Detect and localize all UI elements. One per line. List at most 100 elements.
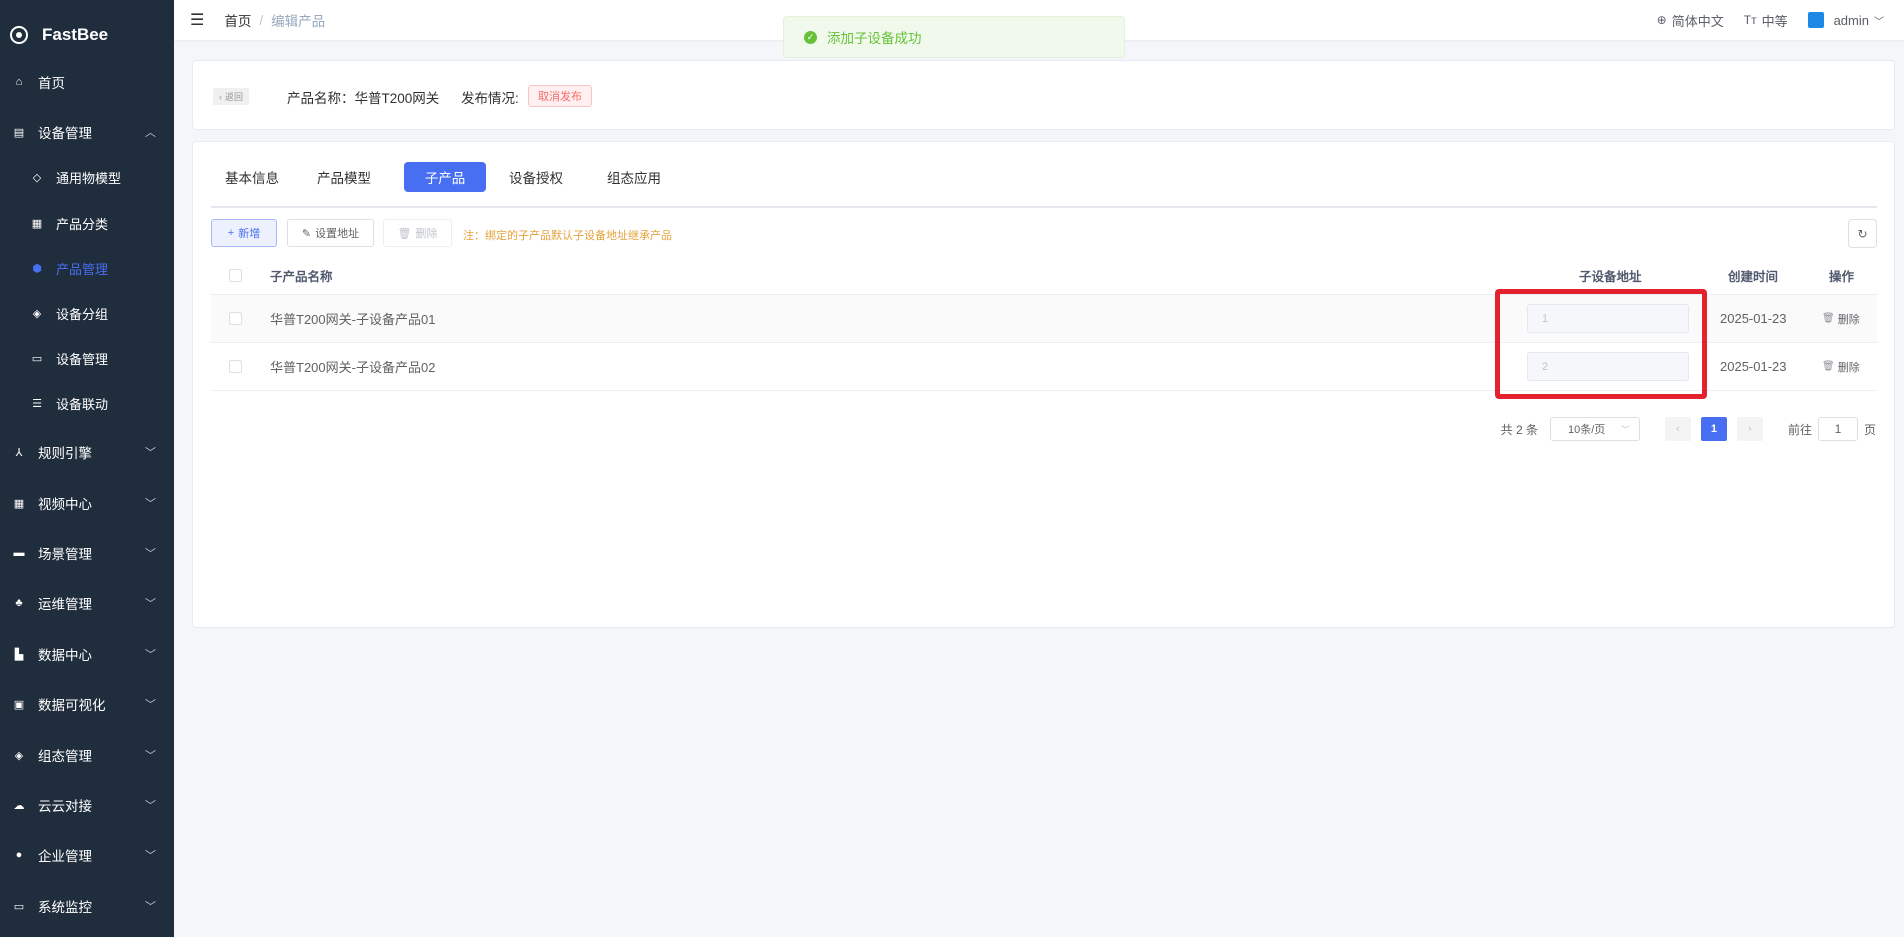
- chevron-down-icon: ﹀: [145, 447, 156, 459]
- sub-product-name: 华普T200网关-子设备产品01: [270, 312, 436, 327]
- set-address-button[interactable]: ✎ 设置地址: [287, 219, 374, 247]
- drive-icon: ▭: [31, 352, 43, 365]
- sidebar-item-ops-management[interactable]: ♣ 运维管理 ﹀: [0, 583, 174, 623]
- screen-icon: ▭: [13, 900, 25, 913]
- add-button[interactable]: + 新增: [211, 219, 277, 247]
- sidebar-item-video-center[interactable]: ▦ 视频中心 ﹀: [0, 483, 174, 523]
- unpublish-button[interactable]: 取消发布: [528, 85, 592, 107]
- breadcrumb-current: 编辑产品: [271, 14, 326, 29]
- trash-icon: 🗑: [397, 227, 412, 240]
- sidebar-item-label: 通用物模型: [56, 170, 122, 186]
- card-icon: ▬: [13, 547, 25, 559]
- stack-icon: ◈: [14, 749, 24, 762]
- refresh-icon: ↻: [1857, 226, 1868, 241]
- chevron-left-icon: ‹: [219, 91, 222, 102]
- username: admin: [1833, 12, 1869, 28]
- select-all-checkbox[interactable]: [229, 268, 242, 282]
- sidebar-item-label: 规则引擎: [38, 446, 92, 461]
- sidebar-item-label: 设备管理: [56, 351, 109, 367]
- trash-icon: 🗑: [1822, 313, 1835, 324]
- breadcrumb-home[interactable]: 首页: [224, 10, 251, 30]
- sidebar-item-data-visualization[interactable]: ▣ 数据可视化 ﹀: [0, 684, 174, 724]
- sub-product-name: 华普T200网关-子设备产品02: [270, 360, 436, 375]
- menu-toggle-icon[interactable]: ☰: [190, 10, 204, 30]
- product-header-card: ‹ 返回 产品名称：华普T200网关 发布情况: 取消发布: [192, 60, 1895, 130]
- sidebar-item-scene-management[interactable]: ▬ 场景管理 ﹀: [0, 533, 174, 573]
- check-circle-icon: ✓: [804, 30, 817, 44]
- tab-sub-product[interactable]: 子产品: [404, 162, 486, 192]
- sub-device-address-input[interactable]: 2: [1527, 352, 1689, 381]
- font-size-label: 中等: [1761, 13, 1788, 29]
- row-delete-link[interactable]: 🗑 删除: [1822, 359, 1860, 375]
- trash-icon: 🗑: [1822, 361, 1835, 372]
- sidebar-item-label: 设备分组: [56, 306, 109, 322]
- tab-product-model[interactable]: 产品模型: [303, 162, 385, 192]
- chevron-down-icon: ﹀: [145, 699, 156, 711]
- sidebar-item-product-management[interactable]: ⬢ 产品管理: [0, 248, 174, 288]
- avatar: [1807, 12, 1824, 28]
- chevron-down-icon: ﹀: [1620, 424, 1630, 435]
- chevron-down-icon: ﹀: [145, 498, 156, 510]
- sidebar-item-label: 产品管理: [56, 261, 109, 277]
- language-selector[interactable]: ⊕ 简体中文: [1657, 11, 1724, 30]
- sidebar-item-system-monitor[interactable]: ▭ 系统监控 ﹀: [0, 886, 174, 926]
- created-time: 2025-01-23: [1720, 359, 1787, 374]
- inherit-address-note: 注：绑定的子产品默认子设备地址继承产品: [463, 230, 672, 242]
- font-size-selector[interactable]: Tт 中等: [1744, 11, 1788, 30]
- page-number-button[interactable]: 1: [1700, 417, 1727, 441]
- user-menu[interactable]: admin ﹀: [1807, 12, 1884, 28]
- sidebar-item-device-management[interactable]: ▤ 设备管理 ︿: [0, 112, 174, 152]
- sidebar-item-label: 数据可视化: [38, 698, 106, 713]
- created-time: 2025-01-23: [1720, 311, 1787, 326]
- next-page-button[interactable]: ›: [1736, 417, 1763, 441]
- sidebar-item-label: 企业管理: [38, 849, 92, 864]
- sub-device-address-input[interactable]: 1: [1527, 304, 1689, 333]
- sidebar-item-device-linkage[interactable]: ☰ 设备联动: [0, 383, 174, 423]
- sidebar: FastBee ⌂ 首页 ▤ 设备管理 ︿ ◇ 通用物模型 ▦ 产品分类 ⬢ 产…: [0, 0, 174, 937]
- sidebar-item-device-group[interactable]: ◈ 设备分组: [0, 293, 174, 333]
- total-count: 共 2 条: [1500, 422, 1538, 437]
- product-tabs: 基本信息 产品模型 子产品 设备授权 组态应用: [211, 162, 1877, 208]
- sidebar-item-product-category[interactable]: ▦ 产品分类: [0, 203, 174, 243]
- delete-button[interactable]: 🗑 删除: [383, 219, 452, 247]
- pagination: 共 2 条 10条/页 ﹀ ‹ 1 › 前往 1 页: [1501, 416, 1876, 442]
- prev-page-button[interactable]: ‹: [1664, 417, 1691, 441]
- column-header-address: 子设备地址: [1579, 269, 1642, 284]
- sidebar-item-generic-model[interactable]: ◇ 通用物模型: [0, 157, 174, 197]
- tab-device-auth[interactable]: 设备授权: [495, 162, 577, 192]
- row-delete-link[interactable]: 🗑 删除: [1822, 311, 1860, 327]
- row-checkbox[interactable]: [229, 360, 242, 373]
- sidebar-item-rule-engine[interactable]: ⅄ 规则引擎 ﹀: [0, 432, 174, 472]
- success-toast: ✓ 添加子设备成功: [783, 16, 1125, 58]
- goto-page-input[interactable]: 1: [1817, 417, 1858, 441]
- column-header-action: 操作: [1829, 269, 1855, 284]
- app-name: FastBee: [42, 25, 109, 44]
- add-label: 新增: [238, 228, 261, 240]
- chevron-down-icon: ﹀: [1874, 16, 1884, 28]
- product-detail-card: 基本信息 产品模型 子产品 设备授权 组态应用 + 新增 ✎ 设置地址 🗑 删除…: [192, 141, 1895, 628]
- tab-basic-info[interactable]: 基本信息: [211, 162, 293, 192]
- sidebar-item-cloud-integration[interactable]: ☁ 云云对接 ﹀: [0, 785, 174, 825]
- grid-icon: ▦: [13, 497, 25, 510]
- sidebar-item-enterprise-management[interactable]: ● 企业管理 ﹀: [0, 835, 174, 875]
- back-button[interactable]: ‹ 返回: [213, 88, 250, 105]
- cloud-icon: ☁: [13, 799, 25, 812]
- sidebar-item-scada-management[interactable]: ◈ 组态管理 ﹀: [0, 735, 174, 775]
- page-size-select[interactable]: 10条/页 ﹀: [1549, 417, 1640, 441]
- sidebar-item-label: 云云对接: [38, 799, 92, 814]
- refresh-button[interactable]: ↻: [1848, 219, 1877, 248]
- page-size-value: 10条/页: [1567, 424, 1606, 436]
- sidebar-item-device-list[interactable]: ▭ 设备管理: [0, 338, 174, 378]
- row-checkbox[interactable]: [229, 312, 242, 325]
- sidebar-item-label: 设备联动: [56, 396, 109, 412]
- sidebar-item-data-center[interactable]: ▙ 数据中心 ﹀: [0, 634, 174, 674]
- topbar-right: ⊕ 简体中文 Tт 中等 admin ﹀: [1657, 0, 1904, 40]
- set-address-label: 设置地址: [315, 228, 360, 240]
- tab-scada-app[interactable]: 组态应用: [589, 162, 679, 192]
- toast-message: 添加子设备成功: [827, 31, 922, 46]
- select-all-cell: [229, 256, 242, 294]
- sidebar-item-home[interactable]: ⌂ 首页: [0, 62, 174, 102]
- column-header-name: 子产品名称: [270, 269, 333, 284]
- action-cell: 🗑 删除: [1822, 343, 1860, 390]
- sidebar-item-label: 运维管理: [38, 597, 92, 612]
